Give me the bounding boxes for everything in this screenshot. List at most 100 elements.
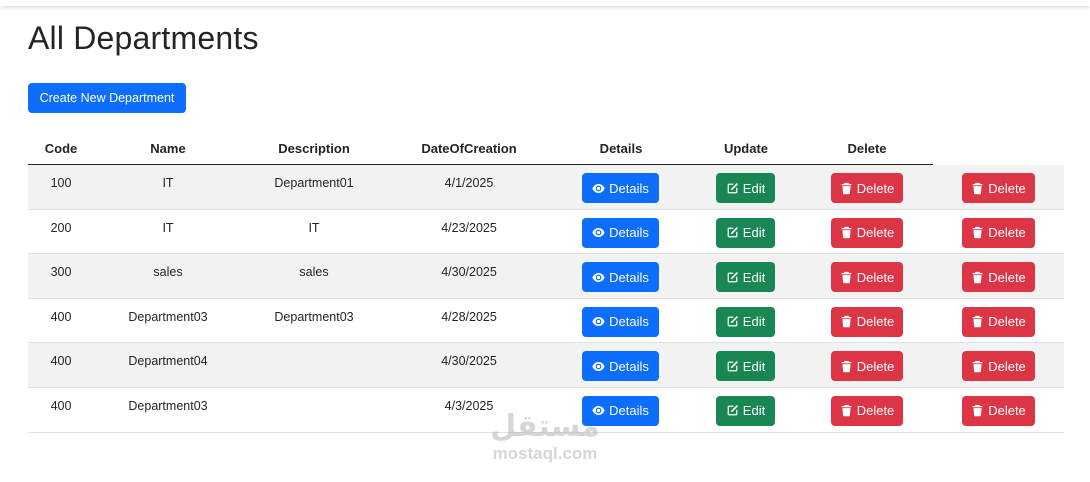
cell-code: 400 xyxy=(50,309,72,324)
trash-icon xyxy=(840,404,853,417)
header-name: Name xyxy=(150,141,186,156)
delete-button-extra-label: Delete xyxy=(988,225,1026,241)
cell-description: IT xyxy=(308,220,320,235)
cell-name: sales xyxy=(153,265,183,280)
delete-button-extra-label: Delete xyxy=(988,180,1026,196)
delete-button[interactable]: Delete xyxy=(831,262,903,293)
header-delete: Delete xyxy=(847,141,887,156)
delete-button[interactable]: Delete xyxy=(831,306,903,337)
delete-button[interactable]: Delete xyxy=(831,351,903,382)
delete-button-label: Delete xyxy=(856,314,895,330)
header-update: Update xyxy=(723,141,769,156)
edit-button-label: Edit xyxy=(742,180,766,196)
delete-button-label: Delete xyxy=(856,269,895,285)
edit-button[interactable]: Edit xyxy=(716,351,775,382)
delete-button-extra[interactable]: Delete xyxy=(962,217,1035,248)
cell-name: Department03 xyxy=(128,398,208,413)
delete-button-label: Delete xyxy=(856,358,895,374)
departments-table: Code Name Description DateOfCreation Det… xyxy=(28,135,1064,433)
cell-code: 100 xyxy=(50,176,72,190)
eye-icon xyxy=(592,360,605,373)
trash-icon xyxy=(840,182,853,195)
table-row: 200 IT IT 4/23/2025 Details Edit Delete Delete xyxy=(28,210,1064,255)
trash-icon xyxy=(840,226,853,239)
edit-button[interactable]: Edit xyxy=(716,173,775,203)
edit-button-label: Edit xyxy=(742,314,766,330)
delete-button-extra[interactable]: Delete xyxy=(962,262,1035,293)
delete-button-label: Delete xyxy=(856,180,895,196)
cell-date-of-creation: 4/1/2025 xyxy=(444,176,494,190)
cell-date-of-creation: 4/30/2025 xyxy=(441,265,497,280)
details-button[interactable]: Details xyxy=(582,262,659,293)
details-button[interactable]: Details xyxy=(582,173,659,203)
details-button-label: Details xyxy=(609,314,649,330)
header-details: Details xyxy=(599,141,643,156)
trash-icon xyxy=(971,315,984,328)
edit-button-label: Edit xyxy=(742,269,766,285)
delete-button-extra[interactable]: Delete xyxy=(962,173,1035,203)
pencil-square-icon xyxy=(726,404,739,417)
details-button[interactable]: Details xyxy=(582,217,659,248)
top-navbar xyxy=(0,0,1090,6)
trash-icon xyxy=(971,271,984,284)
edit-button-label: Edit xyxy=(742,358,766,374)
details-button[interactable]: Details xyxy=(582,306,659,337)
eye-icon xyxy=(592,182,605,195)
delete-button-label: Delete xyxy=(856,403,895,419)
delete-button-extra-label: Delete xyxy=(988,269,1026,285)
trash-icon xyxy=(840,315,853,328)
pencil-square-icon xyxy=(726,226,739,239)
edit-button-label: Edit xyxy=(742,225,766,241)
delete-button[interactable]: Delete xyxy=(831,217,903,248)
cell-name: IT xyxy=(162,176,174,190)
pencil-square-icon xyxy=(726,182,739,195)
pencil-square-icon xyxy=(726,360,739,373)
watermark: مستقل mostaql.com xyxy=(480,412,610,464)
trash-icon xyxy=(971,360,984,373)
delete-button-label: Delete xyxy=(856,225,895,241)
page-title: All Departments xyxy=(28,20,259,56)
trash-icon xyxy=(971,182,984,195)
watermark-latin: mostaql.com xyxy=(492,444,598,463)
delete-button-extra-label: Delete xyxy=(988,403,1026,419)
cell-code: 300 xyxy=(50,265,72,280)
table-body: 100 IT Department01 4/1/2025 Details Edit Dele… xyxy=(28,165,1064,433)
create-new-department-button[interactable]: Create New Department xyxy=(28,83,186,113)
edit-button-label: Edit xyxy=(742,403,766,419)
table-header: Code Name Description DateOfCreation Det… xyxy=(28,135,1064,165)
cell-code: 400 xyxy=(50,354,72,369)
cell-date-of-creation: 4/3/2025 xyxy=(444,398,494,413)
delete-button-extra[interactable]: Delete xyxy=(962,395,1035,426)
cell-code: 200 xyxy=(50,220,72,235)
header-description: Description xyxy=(278,141,350,156)
trash-icon xyxy=(840,271,853,284)
cell-code: 400 xyxy=(50,398,72,413)
edit-button[interactable]: Edit xyxy=(716,306,775,337)
eye-icon xyxy=(592,315,605,328)
cell-name: Department04 xyxy=(128,354,208,369)
delete-button-extra-label: Delete xyxy=(988,358,1026,374)
delete-button[interactable]: Delete xyxy=(831,395,903,426)
trash-icon xyxy=(971,226,984,239)
details-button-label: Details xyxy=(609,358,649,374)
details-button-label: Details xyxy=(609,269,649,285)
delete-button[interactable]: Delete xyxy=(831,173,903,203)
delete-button-extra[interactable]: Delete xyxy=(962,351,1035,382)
edit-button[interactable]: Edit xyxy=(716,217,775,248)
edit-button[interactable]: Edit xyxy=(716,262,775,293)
cell-date-of-creation: 4/30/2025 xyxy=(441,354,497,369)
details-button[interactable]: Details xyxy=(582,351,659,382)
details-button-label: Details xyxy=(609,225,649,241)
cell-description: sales xyxy=(299,265,329,280)
watermark-arabic: مستقل xyxy=(490,409,600,444)
details-button-label: Details xyxy=(609,180,649,196)
table-row: 300 sales sales 4/30/2025 Details Edit Delete D… xyxy=(28,254,1064,299)
details-button-label: Details xyxy=(609,403,649,419)
edit-button[interactable]: Edit xyxy=(716,395,775,426)
pencil-square-icon xyxy=(726,315,739,328)
table-row: 100 IT Department01 4/1/2025 Details Edit Dele… xyxy=(28,165,1064,210)
pencil-square-icon xyxy=(726,271,739,284)
delete-button-extra[interactable]: Delete xyxy=(962,306,1035,337)
trash-icon xyxy=(840,360,853,373)
cell-name: IT xyxy=(162,220,174,235)
